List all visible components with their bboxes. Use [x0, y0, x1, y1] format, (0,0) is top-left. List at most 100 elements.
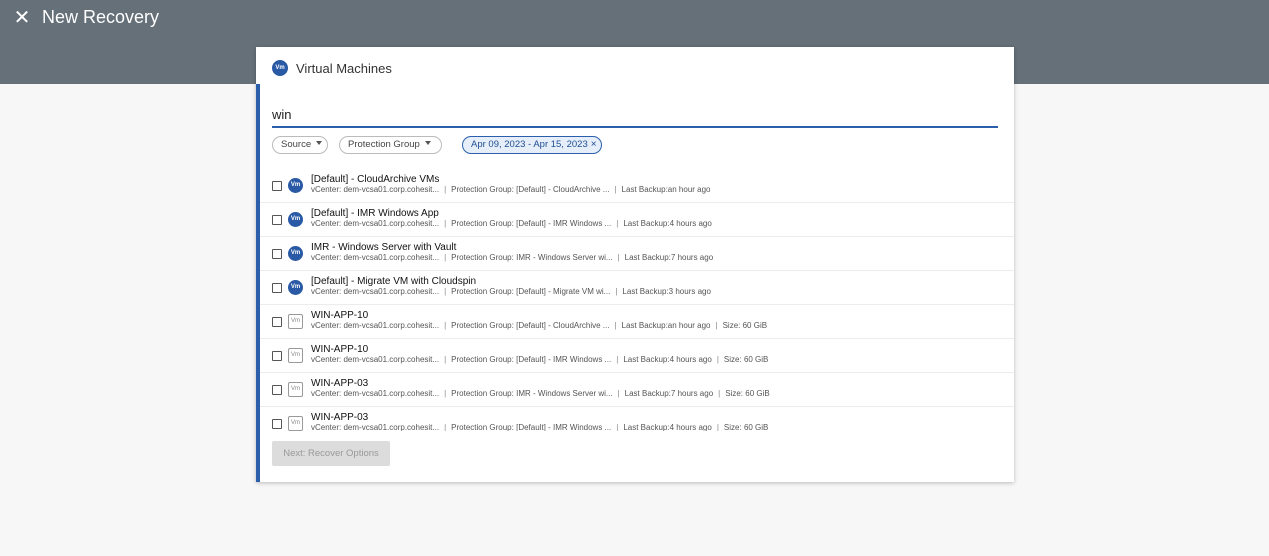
clear-icon[interactable]: ×	[591, 139, 597, 150]
vcenter-value: dem-vcsa01.corp.cohesit...	[343, 219, 440, 228]
protection-group-label: Protection Group:	[451, 389, 514, 398]
protection-group: Protection Group: IMR - Windows Server w…	[451, 253, 612, 262]
size: Size: 60 GiB	[725, 389, 770, 398]
protection-group-icon: Vm	[288, 212, 303, 227]
vcenter-label: vCenter:	[311, 355, 342, 364]
protection-group-value: [Default] - IMR Windows ...	[516, 219, 612, 228]
row-meta: vCenter: dem-vcsa01.corp.cohesit... | Prot…	[311, 287, 711, 296]
last-backup-label: Last Backup:	[624, 253, 671, 262]
last-backup-value: 7 hours ago	[670, 253, 714, 262]
list-item[interactable]: Vm [Default] - IMR Windows App vCenter: de…	[260, 203, 1014, 237]
size-value: 60 GiB	[743, 355, 769, 364]
vcenter-value: dem-vcsa01.corp.cohesit...	[343, 423, 440, 431]
row-checkbox[interactable]	[272, 385, 282, 395]
vcenter-label: vCenter:	[311, 253, 342, 262]
protection-group-value: [Default] - CloudArchive ...	[516, 321, 610, 330]
last-backup-value: an hour ago	[667, 185, 711, 194]
vcenter-value: dem-vcsa01.corp.cohesit...	[343, 185, 440, 194]
vcenter-label: vCenter:	[311, 185, 342, 194]
protection-group: Protection Group: [Default] - IMR Window…	[451, 355, 611, 364]
row-name: [Default] - CloudArchive VMs	[311, 174, 440, 185]
last-backup: Last Backup:4 hours ago	[623, 219, 712, 228]
vcenter-value: dem-vcsa01.corp.cohesit...	[343, 253, 440, 262]
date-range-chip[interactable]: Apr 09, 2023 - Apr 15, 2023 ×	[462, 136, 602, 154]
separator: |	[715, 321, 718, 330]
virtual-machines-dialog: Vm Virtual Machines Source Protection Gr…	[256, 47, 1014, 482]
separator: |	[444, 423, 447, 431]
row-checkbox[interactable]	[272, 283, 282, 293]
row-checkbox[interactable]	[272, 215, 282, 225]
search-input[interactable]	[272, 103, 998, 125]
vm-icon: Vm	[288, 314, 303, 329]
last-backup-label: Last Backup:	[624, 389, 671, 398]
list-item[interactable]: Vm [Default] - CloudArchive VMs vCenter: d…	[260, 169, 1014, 203]
next-recover-options-button[interactable]: Next: Recover Options	[272, 441, 390, 466]
vcenter: vCenter: dem-vcsa01.corp.cohesit...	[311, 423, 439, 431]
separator: |	[616, 423, 619, 431]
vcenter-label: vCenter:	[311, 321, 342, 330]
row-checkbox[interactable]	[272, 249, 282, 259]
vcenter-label: vCenter:	[311, 287, 342, 296]
list-item[interactable]: Vm WIN-APP-03 vCenter: dem-vcsa01.corp.coh…	[260, 407, 1014, 431]
separator: |	[444, 355, 447, 364]
separator: |	[718, 389, 721, 398]
vcenter: vCenter: dem-vcsa01.corp.cohesit...	[311, 219, 439, 228]
list-item[interactable]: Vm WIN-APP-03 vCenter: dem-vcsa01.corp.coh…	[260, 373, 1014, 407]
protection-group-value: [Default] - Migrate VM wi...	[516, 287, 611, 296]
size-label: Size:	[725, 389, 744, 398]
list-item[interactable]: Vm WIN-APP-10 vCenter: dem-vcsa01.corp.coh…	[260, 305, 1014, 339]
separator: |	[444, 185, 447, 194]
vcenter-label: vCenter:	[311, 389, 342, 398]
last-backup-label: Last Backup:	[623, 355, 670, 364]
row-checkbox[interactable]	[272, 317, 282, 327]
protection-group-value: [Default] - IMR Windows ...	[516, 423, 612, 431]
source-filter[interactable]: Source	[272, 136, 328, 154]
separator: |	[444, 389, 447, 398]
vcenter-label: vCenter:	[311, 219, 342, 228]
last-backup-label: Last Backup:	[621, 321, 668, 330]
last-backup-value: 3 hours ago	[668, 287, 711, 296]
results-list[interactable]: Vm [Default] - CloudArchive VMs vCenter: d…	[260, 169, 1014, 431]
vm-icon: Vm	[288, 416, 303, 431]
row-name: [Default] - IMR Windows App	[311, 208, 439, 219]
protection-group-value: [Default] - CloudArchive ...	[516, 185, 610, 194]
source-filter-label: Source	[281, 139, 312, 150]
separator: |	[617, 253, 620, 262]
last-backup-value: 4 hours ago	[669, 219, 712, 228]
list-item[interactable]: Vm WIN-APP-10 vCenter: dem-vcsa01.corp.coh…	[260, 339, 1014, 373]
search-field	[272, 103, 998, 128]
last-backup: Last Backup:3 hours ago	[622, 287, 711, 296]
row-checkbox[interactable]	[272, 351, 282, 361]
row-meta: vCenter: dem-vcsa01.corp.cohesit... | Prot…	[311, 253, 713, 262]
separator: |	[444, 287, 447, 296]
size-label: Size:	[723, 355, 742, 364]
row-name: WIN-APP-10	[311, 344, 369, 355]
row-name: WIN-APP-03	[311, 378, 369, 389]
date-range-label: Apr 09, 2023 - Apr 15, 2023	[471, 139, 588, 150]
protection-group: Protection Group: [Default] - Migrate VM…	[451, 287, 610, 296]
last-backup-value: an hour ago	[667, 321, 711, 330]
protection-group: Protection Group: [Default] - IMR Window…	[451, 423, 611, 431]
protection-group-filter-label: Protection Group	[348, 139, 420, 150]
last-backup-label: Last Backup:	[621, 185, 668, 194]
vm-icon: Vm	[288, 382, 303, 397]
last-backup-label: Last Backup:	[623, 219, 670, 228]
protection-group-value: [Default] - IMR Windows ...	[516, 355, 612, 364]
page-title: New Recovery	[42, 7, 160, 27]
row-checkbox[interactable]	[272, 419, 282, 429]
close-icon[interactable]: ✕	[12, 8, 32, 28]
vcenter: vCenter: dem-vcsa01.corp.cohesit...	[311, 389, 439, 398]
separator: |	[716, 423, 719, 431]
size-value: 60 GiB	[743, 423, 769, 431]
protection-group: Protection Group: [Default] - CloudArchi…	[451, 321, 609, 330]
vcenter-value: dem-vcsa01.corp.cohesit...	[343, 389, 440, 398]
row-checkbox[interactable]	[272, 181, 282, 191]
protection-group-filter[interactable]: Protection Group	[339, 136, 442, 154]
row-name: [Default] - Migrate VM with Cloudspin	[311, 276, 477, 287]
vcenter-value: dem-vcsa01.corp.cohesit...	[343, 287, 440, 296]
list-item[interactable]: Vm IMR - Windows Server with Vault vCenter…	[260, 237, 1014, 271]
vcenter-value: dem-vcsa01.corp.cohesit...	[343, 355, 440, 364]
list-item[interactable]: Vm [Default] - Migrate VM with Cloudspin v…	[260, 271, 1014, 305]
separator: |	[716, 355, 719, 364]
row-name: WIN-APP-10	[311, 310, 369, 321]
